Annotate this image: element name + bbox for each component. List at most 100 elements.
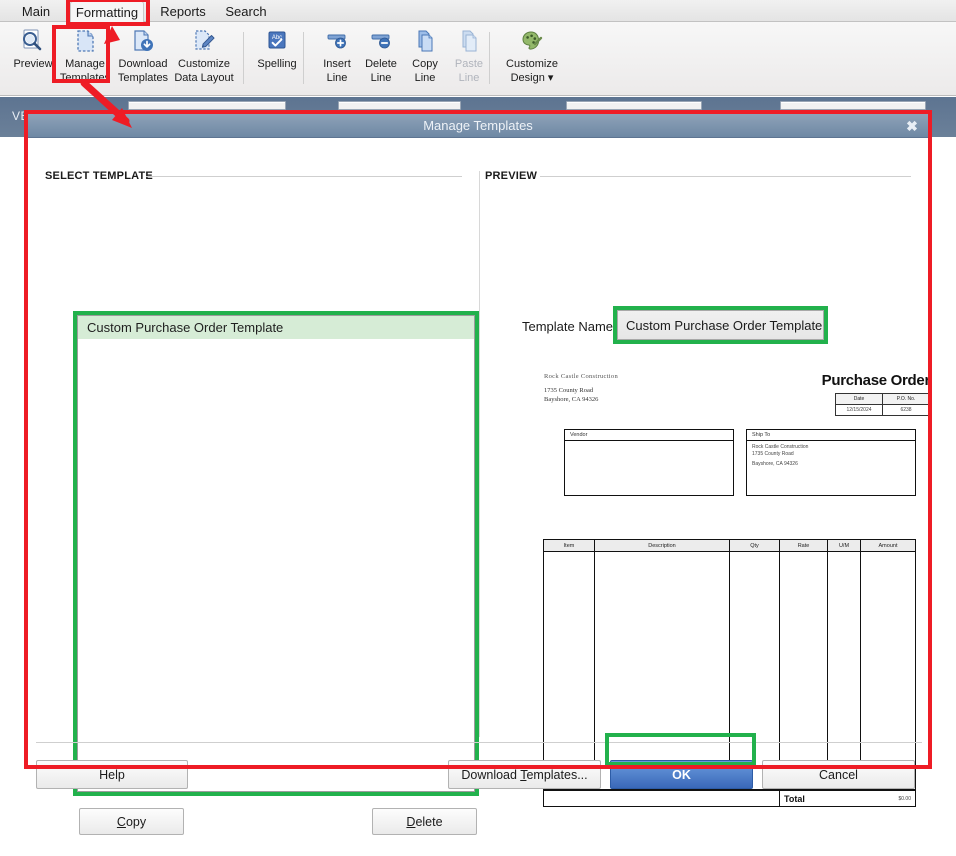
tab-reports-label: Reports [160,4,206,19]
background-field-slot-3[interactable] [566,101,702,110]
ok-button-highlight [605,733,756,766]
preview-col-um: U/M [827,539,861,552]
preview-total-label: Total [784,793,805,804]
dialog-body: SELECT TEMPLATE Custom Purchase Order Te… [28,138,946,856]
quickbooks-window: Main Formatting Reports Search Preview M… [0,0,956,856]
preview-meta-header-po: P.O. No. [882,393,930,405]
tab-main[interactable]: Main [16,1,56,22]
template-list: Custom Purchase Order Template [73,311,479,796]
preview-cell-rate [779,551,828,790]
preview-meta-header-date: Date [835,393,883,405]
ok-button-label: OK [672,767,691,782]
preview-col-qty: Qty [729,539,780,552]
preview-cell-um [827,551,861,790]
preview-total-spacer [543,790,780,807]
ribbon-button-paste-line[interactable]: Paste Line [438,26,500,92]
abc-check-icon: Abc [246,26,308,56]
template-name-value: Custom Purchase Order Template [626,317,823,333]
download-templates-button-label: Download Templates... [461,767,588,782]
preview-shipto-line-2: 1735 County Road [752,451,794,457]
ribbon-button-manage-templates-label1: Manage [65,58,105,70]
palette-brush-icon [496,26,568,56]
ribbon-button-customize-design-label1: Customize [506,58,558,70]
help-button-label: Help [99,767,125,782]
preview-shipto-line-1: Rock Castle Construction [752,444,809,450]
ribbon-button-manage-templates-label2: Templates [59,72,111,84]
cancel-button[interactable]: Cancel [762,760,915,789]
list-item-label: Custom Purchase Order Template [87,320,284,335]
background-field-slot-1[interactable] [128,101,286,110]
dialog-title-bar: Manage Templates ✖ [28,114,928,138]
preview-line-item-header-row: Item Description Qty Rate U/M Amount [543,539,916,552]
preview-vendor-body [565,441,733,444]
preview-total-row: Total $0.00 [543,790,916,807]
preview-shipto-line-3: Bayshore, CA 94326 [752,461,798,467]
download-templates-button[interactable]: Download Templates... [448,760,601,789]
copy-button[interactable]: Copy [79,808,184,835]
template-list-box[interactable]: Custom Purchase Order Template [77,315,475,792]
background-field-slot-4[interactable] [780,101,926,110]
ribbon-button-customize-data-layout-label1: Customize [178,58,230,70]
preview-total-value: $0.00 [898,795,911,802]
copy-button-label: Copy [116,814,147,829]
select-template-heading: SELECT TEMPLATE [45,170,153,182]
preview-meta-header-row: Date P.O. No. [835,393,930,405]
ribbon-toolbar: Preview Manage Templates Download Templa… [0,22,956,96]
preview-document-title: Purchase Order [821,372,931,389]
preview-company-address: 1735 County Road Bayshore, CA 94326 [544,387,598,404]
delete-button[interactable]: Delete [372,808,477,835]
help-button[interactable]: Help [36,760,188,789]
preview-col-item: Item [543,539,595,552]
tab-main-label: Main [21,4,51,19]
template-name-label: Template Name [522,319,614,334]
preview-heading-rule [540,176,911,177]
preview-meta-value-row: 12/15/2024 6238 [835,404,930,416]
background-field-slot-2[interactable] [338,101,461,110]
ribbon-button-paste-line-label1: Paste [454,58,484,70]
preview-meta-value-date: 12/15/2024 [835,404,883,416]
preview-vendor-title: Vendor [565,430,733,441]
template-name-input[interactable]: Custom Purchase Order Template [617,310,824,340]
ribbon-separator-1 [243,32,244,84]
tab-formatting-label: Formatting [75,5,139,20]
paste-pages-icon [438,26,500,56]
preview-cell-item [543,551,595,790]
tab-formatting[interactable]: Formatting [70,1,144,22]
ribbon-separator-2 [303,32,304,84]
ribbon-button-customize-design[interactable]: Customize Design ▾ [496,26,568,92]
panel-divider [479,171,480,737]
ribbon-button-spelling-label: Spelling [257,58,297,70]
ribbon-button-customize-design-label2: Design ▾ [510,72,554,84]
footer-rule [36,742,922,743]
preview-meta-value-po: 6238 [882,404,930,416]
ribbon-tab-bar: Main Formatting Reports Search [0,0,956,22]
ribbon-button-paste-line-label2: Line [458,72,480,84]
close-icon[interactable]: ✖ [902,114,922,138]
delete-button-label: Delete [406,814,443,829]
preview-heading: PREVIEW [485,170,538,182]
preview-col-rate: Rate [779,539,828,552]
ribbon-button-manage-templates[interactable]: Manage Templates [54,26,116,92]
select-template-heading-rule [146,176,462,177]
preview-total-table: Total $0.00 [543,790,916,807]
ribbon-button-customize-data-layout[interactable]: Customize Data Layout [170,26,238,92]
ribbon-button-spelling[interactable]: Abc Spelling [246,26,308,92]
ribbon-button-download-templates[interactable]: Download Templates [112,26,174,92]
preview-meta-table: Date P.O. No. 12/15/2024 6238 [835,393,930,416]
preview-col-description: Description [594,539,730,552]
preview-cell-amount [860,551,916,790]
preview-shipto-title: Ship To [747,430,915,441]
preview-vendor-box: Vendor [564,429,734,496]
preview-address-line-1: 1735 County Road [544,387,594,394]
ribbon-separator-3 [489,32,490,84]
dialog-title: Manage Templates [423,118,533,133]
manage-templates-dialog: Manage Templates ✖ SELECT TEMPLATE Custo… [27,113,946,856]
tab-search[interactable]: Search [220,1,272,22]
preview-shipto-body: Rock Castle Construction 1735 County Roa… [747,441,915,468]
ribbon-button-download-templates-label2: Templates [117,72,169,84]
preview-col-amount: Amount [860,539,916,552]
list-item[interactable]: Custom Purchase Order Template [78,316,474,339]
tab-reports[interactable]: Reports [155,1,211,22]
tab-search-label: Search [225,4,267,19]
document-download-icon [112,26,174,56]
